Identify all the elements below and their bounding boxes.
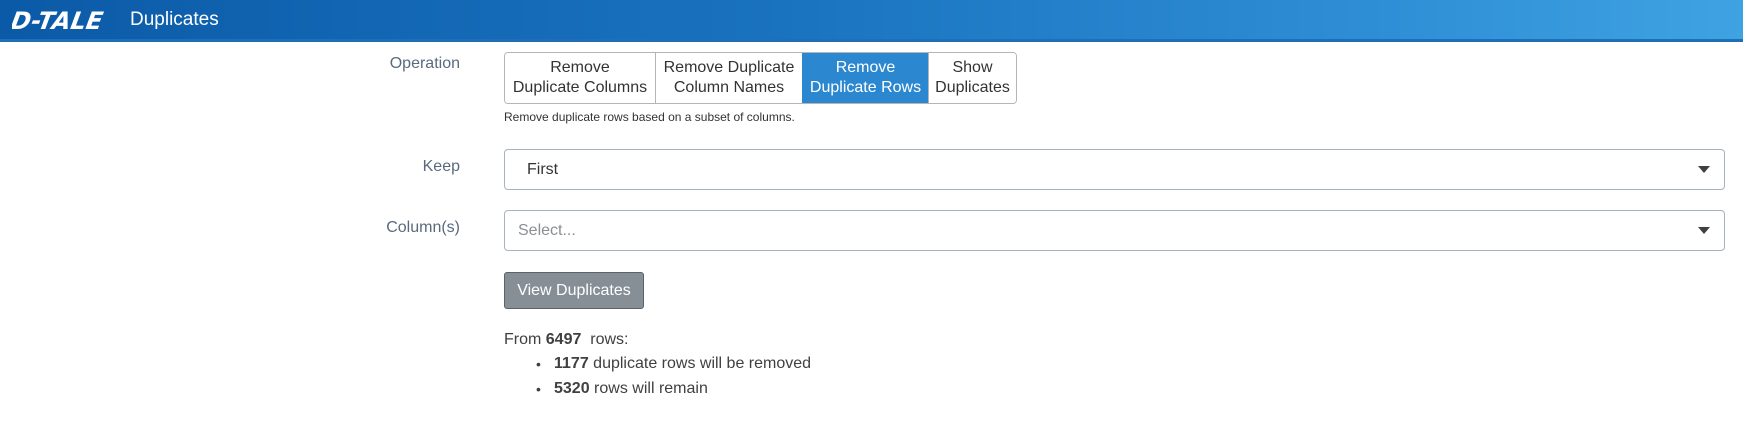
chevron-down-icon [1698,227,1710,234]
operation-label: Operation [389,55,460,72]
keep-label: Keep [422,158,460,175]
remain-text: rows will remain [594,380,708,397]
remain-count: 5320 [554,380,590,397]
show-duplicates-button[interactable]: Show Duplicates [928,53,1016,103]
remove-duplicate-rows-button[interactable]: Remove Duplicate Rows [802,53,928,103]
remove-duplicate-columns-button[interactable]: Remove Duplicate Columns [505,53,655,103]
remove-duplicate-column-names-button[interactable]: Remove Duplicate Column Names [655,53,802,103]
view-duplicates-button[interactable]: View Duplicates [504,272,644,309]
page-title: Duplicates [130,8,219,30]
summary-line: From 6497 rows: [504,331,629,349]
list-item: 1177 duplicate rows will be removed [534,354,811,379]
columns-select-placeholder: Select... [518,221,576,239]
app-header: D-TALE Duplicates [0,0,1743,42]
operation-help-text: Remove duplicate rows based on a subset … [504,110,795,124]
columns-label: Column(s) [386,219,460,236]
summary-from: From [504,331,542,348]
summary-rows-suffix: rows: [590,331,629,348]
removed-count: 1177 [554,355,589,372]
chevron-down-icon [1698,166,1710,173]
summary-total-rows: 6497 [545,331,582,348]
removed-text: duplicate rows will be removed [593,355,812,372]
keep-select[interactable]: First [504,149,1725,190]
dtale-logo-icon[interactable]: D-TALE [12,5,118,35]
logo-text: D-TALE [12,7,106,35]
operation-button-group: Remove Duplicate Columns Remove Duplicat… [504,52,1017,104]
list-item: 5320 rows will remain [534,379,811,404]
summary-list: 1177 duplicate rows will be removed 5320… [534,354,811,404]
keep-select-value: First [527,160,559,178]
columns-select[interactable]: Select... [504,210,1725,251]
